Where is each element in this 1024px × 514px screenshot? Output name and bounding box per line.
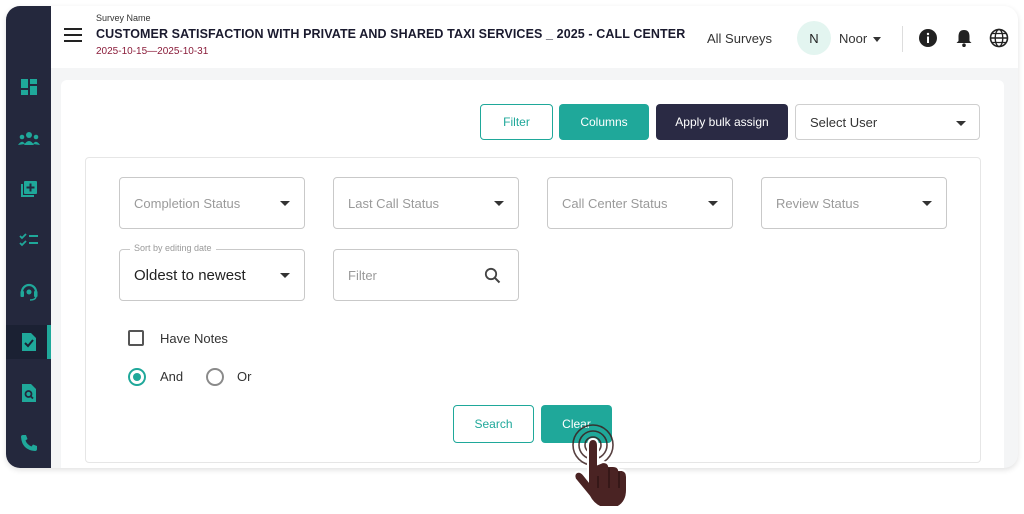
sidebar-item-users[interactable] xyxy=(6,121,51,155)
main-card: Filter Columns Apply bulk assign Select … xyxy=(61,80,1004,468)
filter-placeholder: Filter xyxy=(348,267,377,283)
document-search-icon xyxy=(21,384,36,402)
have-notes-label: Have Notes xyxy=(160,331,228,346)
sidebar-item-add-survey[interactable] xyxy=(6,172,51,206)
sidebar-item-dashboard[interactable] xyxy=(6,70,51,104)
phone-icon xyxy=(20,435,37,451)
search-icon[interactable] xyxy=(484,267,501,284)
filter-panel: Completion Status Last Call Status Call … xyxy=(85,157,981,463)
avatar[interactable]: N xyxy=(797,21,831,55)
and-label: And xyxy=(160,369,184,384)
or-radio[interactable] xyxy=(206,368,224,386)
columns-button[interactable]: Columns xyxy=(559,104,649,140)
bell-icon[interactable] xyxy=(954,28,974,48)
select-user-value: Select User xyxy=(810,114,878,130)
survey-name-label: Survey Name xyxy=(96,13,151,23)
last-call-status-placeholder: Last Call Status xyxy=(348,195,440,211)
tap-cursor-icon xyxy=(572,424,628,508)
dashboard-icon xyxy=(20,79,37,95)
call-center-status-placeholder: Call Center Status xyxy=(562,195,668,211)
support-agent-icon xyxy=(20,283,37,301)
app-window: Survey Name CUSTOMER SATISFACTION WITH P… xyxy=(6,6,1018,468)
review-status-dropdown[interactable]: Review Status xyxy=(761,177,947,229)
filter-search-input[interactable]: Filter xyxy=(333,249,519,301)
sidebar-item-document-search[interactable] xyxy=(6,376,51,410)
sidebar-item-checklist[interactable] xyxy=(6,223,51,257)
caret-down-icon xyxy=(922,201,932,206)
caret-down-icon xyxy=(956,121,966,126)
user-name[interactable]: Noor xyxy=(839,31,867,46)
and-radio[interactable] xyxy=(128,368,146,386)
sort-by-legend: Sort by editing date xyxy=(130,243,216,253)
caret-down-icon xyxy=(708,201,718,206)
filter-button[interactable]: Filter xyxy=(480,104,553,140)
sidebar-item-calls[interactable] xyxy=(6,426,51,460)
review-status-placeholder: Review Status xyxy=(776,195,860,211)
sidebar xyxy=(6,6,51,468)
sort-value: Oldest to newest xyxy=(134,266,246,284)
document-check-icon xyxy=(21,333,36,351)
globe-icon[interactable] xyxy=(989,28,1009,48)
survey-date-range: 2025-10-15—2025-10-31 xyxy=(96,46,209,57)
sidebar-item-review[interactable] xyxy=(6,325,51,359)
completion-status-placeholder: Completion Status xyxy=(134,195,241,211)
have-notes-checkbox[interactable] xyxy=(128,330,144,346)
chevron-down-icon[interactable] xyxy=(873,37,881,42)
or-label: Or xyxy=(237,369,252,384)
all-surveys-link[interactable]: All Surveys xyxy=(707,31,772,46)
survey-title: CUSTOMER SATISFACTION WITH PRIVATE AND S… xyxy=(96,27,686,41)
caret-down-icon xyxy=(280,201,290,206)
completion-status-dropdown[interactable]: Completion Status xyxy=(119,177,305,229)
search-button[interactable]: Search xyxy=(453,405,534,443)
caret-down-icon xyxy=(494,201,504,206)
users-icon xyxy=(17,132,40,145)
apply-bulk-assign-button[interactable]: Apply bulk assign xyxy=(656,104,788,140)
sort-by-editing-date-select[interactable]: Sort by editing date Oldest to newest xyxy=(119,243,305,301)
top-header: Survey Name CUSTOMER SATISFACTION WITH P… xyxy=(51,6,1018,68)
checklist-icon xyxy=(18,233,38,247)
caret-down-icon xyxy=(280,273,290,278)
info-icon[interactable] xyxy=(918,28,938,48)
header-divider xyxy=(902,26,903,52)
add-survey-icon xyxy=(20,181,37,197)
call-center-status-dropdown[interactable]: Call Center Status xyxy=(547,177,733,229)
sidebar-item-call-center[interactable] xyxy=(6,274,51,308)
select-user-dropdown[interactable]: Select User xyxy=(795,104,980,140)
last-call-status-dropdown[interactable]: Last Call Status xyxy=(333,177,519,229)
menu-icon[interactable] xyxy=(64,27,84,43)
